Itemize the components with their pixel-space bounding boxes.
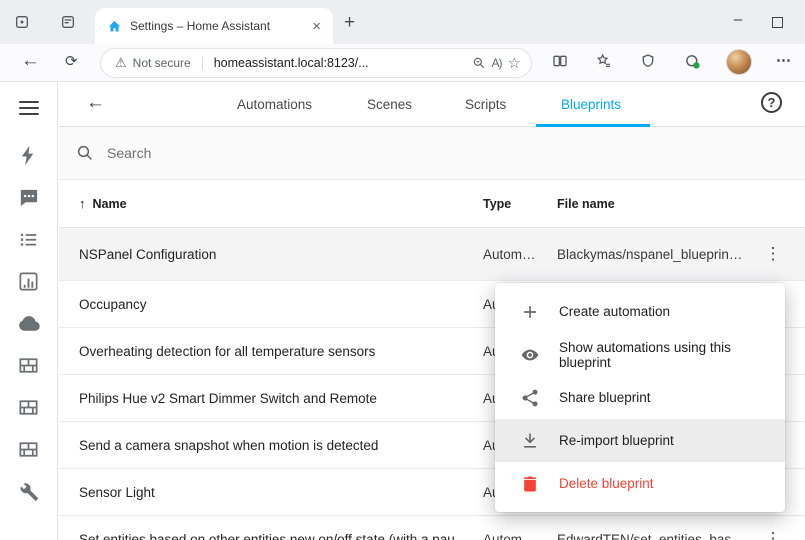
- read-aloud-icon[interactable]: A): [492, 56, 502, 70]
- menu-item-show-automations[interactable]: Show automations using this blueprint: [495, 333, 785, 376]
- tab-title: Settings – Home Assistant: [130, 19, 300, 33]
- menu-item-create-automation[interactable]: Create automation: [495, 290, 785, 333]
- profile-avatar[interactable]: [726, 49, 752, 75]
- address-bar[interactable]: ⚠ Not secure homeassistant.local:8123/..…: [100, 48, 532, 78]
- home-assistant-favicon: [107, 19, 122, 34]
- trash-icon: [520, 474, 540, 494]
- plus-icon: [520, 302, 540, 322]
- table-header: ↑ Name Type File name: [59, 180, 805, 228]
- url-text[interactable]: homeassistant.local:8123/...: [214, 56, 466, 70]
- menu-item-reimport-blueprint[interactable]: Re-import blueprint: [495, 419, 785, 462]
- favorite-star-icon[interactable]: ☆: [508, 54, 521, 72]
- sidebar-item-assist[interactable]: [17, 186, 40, 209]
- sort-ascending-icon: ↑: [79, 196, 86, 211]
- zoom-out-icon[interactable]: [472, 56, 486, 70]
- menu-item-delete-blueprint[interactable]: Delete blueprint: [495, 462, 785, 505]
- ha-sidebar: [0, 82, 58, 540]
- workspaces-icon[interactable]: [14, 14, 30, 30]
- sidebar-item-energy[interactable]: [17, 144, 40, 167]
- sidebar-item-history[interactable]: [17, 270, 40, 293]
- row-overflow-menu-icon[interactable]: ⋮: [765, 244, 782, 264]
- import-icon: [520, 431, 540, 451]
- tab-blueprints[interactable]: Blueprints: [561, 97, 621, 112]
- window-minimize-button[interactable]: –: [728, 11, 748, 28]
- column-header-name[interactable]: ↑ Name: [79, 196, 483, 211]
- new-tab-button[interactable]: +: [344, 12, 355, 34]
- favorites-icon[interactable]: [596, 53, 612, 69]
- tab-scenes[interactable]: Scenes: [367, 97, 412, 112]
- extensions-icon[interactable]: [640, 53, 656, 69]
- not-secure-warning-icon: ⚠: [115, 55, 127, 71]
- browser-titlebar: Settings – Home Assistant × + –: [0, 0, 805, 44]
- search-row: [59, 127, 805, 180]
- ha-header: ← Automations Scenes Scripts Blueprints …: [59, 82, 805, 127]
- column-header-type[interactable]: Type: [483, 197, 557, 211]
- tab-automations[interactable]: Automations: [237, 97, 312, 112]
- window-maximize-button[interactable]: [772, 17, 783, 28]
- sidebar-item-developer-tools[interactable]: [17, 480, 40, 503]
- browser-back-icon[interactable]: ←: [21, 50, 40, 72]
- blueprint-context-menu: Create automation Show automations using…: [495, 283, 785, 512]
- eye-icon: [520, 345, 540, 365]
- tab-scripts[interactable]: Scripts: [465, 97, 506, 112]
- search-input[interactable]: [107, 145, 427, 161]
- sidebar-item-cloud[interactable]: [17, 312, 40, 335]
- sidebar-menu-icon[interactable]: [19, 97, 39, 119]
- search-icon: [76, 144, 94, 162]
- table-row[interactable]: Set entities based on other entities new…: [59, 516, 805, 540]
- security-label[interactable]: Not secure: [133, 56, 191, 70]
- browser-more-menu-icon[interactable]: ⋯: [776, 51, 791, 69]
- browser-essentials-icon[interactable]: [684, 53, 701, 70]
- tab-actions-icon[interactable]: [60, 14, 76, 30]
- refresh-icon[interactable]: ⟳: [65, 52, 78, 70]
- sidebar-item-integration-2[interactable]: [17, 396, 40, 419]
- address-divider: [202, 56, 203, 70]
- row-overflow-menu-icon[interactable]: ⋮: [765, 529, 782, 540]
- browser-tab[interactable]: Settings – Home Assistant ×: [95, 8, 333, 44]
- column-header-file-name[interactable]: File name: [557, 197, 741, 211]
- menu-item-share-blueprint[interactable]: Share blueprint: [495, 376, 785, 419]
- tab-close-icon[interactable]: ×: [308, 18, 325, 35]
- sidebar-item-integration-3[interactable]: [17, 438, 40, 461]
- help-icon[interactable]: ?: [761, 92, 782, 113]
- split-screen-icon[interactable]: [552, 53, 568, 69]
- sidebar-item-integration-1[interactable]: [17, 354, 40, 377]
- ha-back-icon[interactable]: ←: [86, 92, 105, 114]
- sidebar-item-todo-lists[interactable]: [17, 228, 40, 251]
- table-row[interactable]: NSPanel Configuration Autom… Blackymas/n…: [59, 228, 805, 281]
- share-icon: [520, 388, 540, 408]
